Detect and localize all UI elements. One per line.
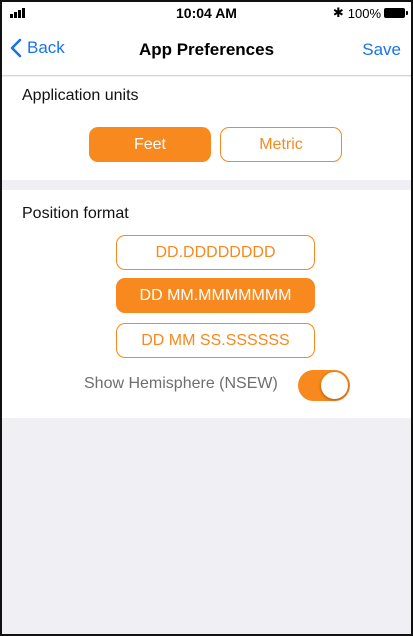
format-dd-mm-ss-button[interactable]: DD MM SS.SSSSSS: [116, 323, 315, 358]
save-button[interactable]: Save: [362, 40, 401, 60]
position-format-section: Position format DD.DDDDDDDD DD MM.MMMMMM…: [2, 190, 411, 418]
status-right: ✱ 100%: [332, 5, 408, 21]
page-title: App Preferences: [138, 40, 275, 59]
position-format-label: Position format: [22, 205, 129, 222]
bluetooth-icon: ✱: [332, 5, 344, 20]
hemisphere-toggle-label: Show Hemisphere (NSEW): [84, 375, 278, 392]
hemisphere-toggle[interactable]: [298, 370, 350, 401]
toggle-knob: [321, 372, 348, 399]
app-screen: 10:04 AM ✱ 100% Back App Preferences Sav…: [0, 0, 413, 636]
units-feet-button[interactable]: Feet: [89, 127, 211, 162]
format-dd-mm-button[interactable]: DD MM.MMMMMMM: [116, 278, 315, 313]
status-bar: 10:04 AM ✱ 100%: [2, 2, 411, 24]
units-metric-button[interactable]: Metric: [220, 127, 342, 162]
application-units-section: Application units Feet Metric: [2, 77, 411, 180]
application-units-label: Application units: [22, 87, 139, 104]
battery-percent: 100%: [347, 5, 381, 21]
format-dd-decimal-button[interactable]: DD.DDDDDDDD: [116, 235, 315, 270]
navigation-bar: Back App Preferences Save: [2, 24, 411, 76]
battery-icon: [384, 8, 408, 18]
